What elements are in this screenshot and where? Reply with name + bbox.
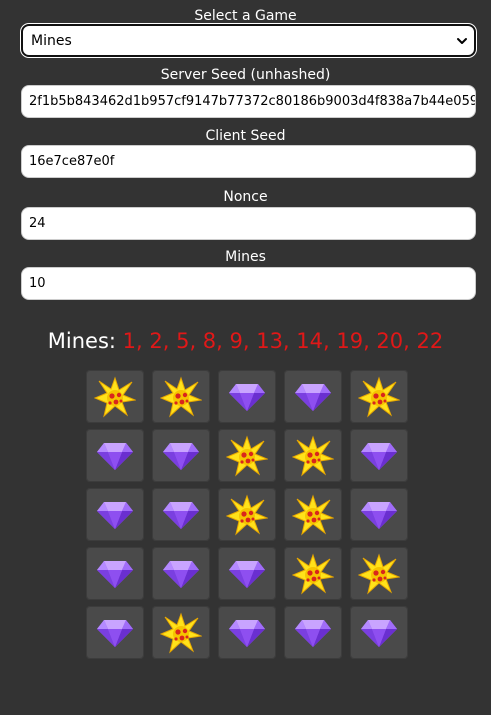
- mines-result-values: 1, 2, 5, 8, 9, 13, 14, 19, 20, 22: [122, 329, 444, 353]
- client-seed-input[interactable]: 16e7ce87e0f: [21, 145, 476, 178]
- grid-tile[interactable]: [152, 429, 210, 482]
- mines-result: Mines: 1, 2, 5, 8, 9, 13, 14, 19, 20, 22: [0, 327, 491, 355]
- gem-icon: [97, 442, 133, 470]
- grid-tile[interactable]: [152, 370, 210, 423]
- gem-icon: [361, 501, 397, 529]
- gem-icon: [295, 383, 331, 411]
- game-select-label: Select a Game: [194, 8, 297, 24]
- mines-grid: [86, 370, 411, 659]
- grid-tile[interactable]: [284, 429, 342, 482]
- mine-icon: [226, 434, 268, 476]
- grid-tile[interactable]: [152, 547, 210, 600]
- grid-tile[interactable]: [218, 488, 276, 541]
- mine-icon: [292, 493, 334, 535]
- grid-tile[interactable]: [350, 547, 408, 600]
- grid-tile[interactable]: [86, 370, 144, 423]
- grid-tile[interactable]: [86, 429, 144, 482]
- grid-tile[interactable]: [86, 547, 144, 600]
- gem-icon: [163, 501, 199, 529]
- gem-icon: [295, 619, 331, 647]
- grid-tile[interactable]: [218, 606, 276, 659]
- grid-tile[interactable]: [218, 370, 276, 423]
- nonce-label: Nonce: [223, 189, 268, 205]
- mine-icon: [358, 552, 400, 594]
- mine-icon: [226, 493, 268, 535]
- game-select[interactable]: Mines: [21, 24, 476, 57]
- grid-tile[interactable]: [284, 606, 342, 659]
- grid-tile[interactable]: [350, 370, 408, 423]
- mine-icon: [292, 552, 334, 594]
- gem-icon: [229, 383, 265, 411]
- gem-icon: [163, 560, 199, 588]
- chevron-down-icon: [457, 38, 467, 44]
- client-seed-label: Client Seed: [205, 128, 286, 144]
- grid-tile[interactable]: [350, 488, 408, 541]
- gem-icon: [97, 501, 133, 529]
- server-seed-label: Server Seed (unhashed): [160, 67, 331, 83]
- grid-tile[interactable]: [152, 606, 210, 659]
- gem-icon: [361, 442, 397, 470]
- gem-icon: [97, 560, 133, 588]
- grid-tile[interactable]: [218, 547, 276, 600]
- grid-tile[interactable]: [350, 606, 408, 659]
- gem-icon: [361, 619, 397, 647]
- gem-icon: [229, 560, 265, 588]
- nonce-input[interactable]: 24: [21, 207, 476, 240]
- mine-icon: [94, 375, 136, 417]
- mines-count-input[interactable]: 10: [21, 267, 476, 300]
- grid-tile[interactable]: [284, 488, 342, 541]
- grid-tile[interactable]: [284, 547, 342, 600]
- gem-icon: [229, 619, 265, 647]
- mine-icon: [160, 611, 202, 653]
- mines-result-label: Mines:: [47, 329, 116, 353]
- grid-tile[interactable]: [86, 488, 144, 541]
- mine-icon: [160, 375, 202, 417]
- mine-icon: [292, 434, 334, 476]
- grid-tile[interactable]: [218, 429, 276, 482]
- grid-tile[interactable]: [350, 429, 408, 482]
- grid-tile[interactable]: [86, 606, 144, 659]
- mine-icon: [358, 375, 400, 417]
- gem-icon: [163, 442, 199, 470]
- grid-tile[interactable]: [152, 488, 210, 541]
- grid-tile[interactable]: [284, 370, 342, 423]
- mines-count-label: Mines: [225, 249, 266, 265]
- game-select-value: Mines: [31, 32, 72, 49]
- server-seed-input[interactable]: 2f1b5b843462d1b957cf9147b77372c80186b900…: [21, 85, 476, 118]
- gem-icon: [97, 619, 133, 647]
